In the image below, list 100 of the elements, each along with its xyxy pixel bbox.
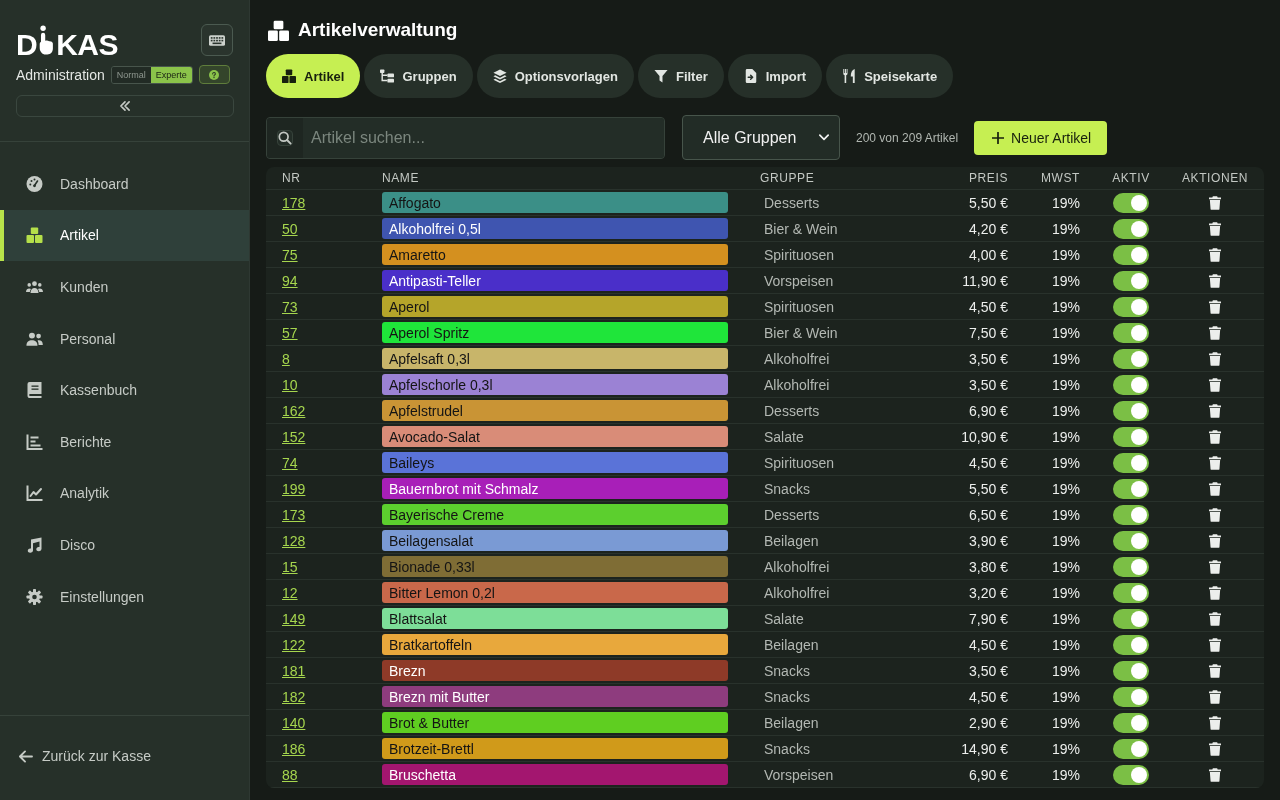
active-toggle[interactable] bbox=[1113, 712, 1149, 733]
article-number-link[interactable]: 140 bbox=[282, 714, 306, 731]
price-cell: 6,90 € bbox=[969, 402, 1008, 419]
article-number-link[interactable]: 12 bbox=[282, 584, 298, 601]
active-toggle[interactable] bbox=[1113, 374, 1149, 395]
group-cell: Vorspeisen bbox=[764, 272, 834, 289]
mode-option[interactable]: Experte bbox=[150, 66, 192, 83]
trash-icon[interactable] bbox=[1209, 611, 1221, 626]
price-cell: 2,90 € bbox=[969, 714, 1008, 731]
active-toggle[interactable] bbox=[1113, 192, 1149, 213]
active-toggle[interactable] bbox=[1113, 452, 1149, 473]
boxes-icon bbox=[282, 69, 296, 83]
nav-item[interactable]: Kassenbuch bbox=[0, 364, 249, 416]
trash-icon[interactable] bbox=[1209, 429, 1221, 444]
trash-icon[interactable] bbox=[1209, 377, 1221, 392]
active-toggle[interactable] bbox=[1113, 348, 1149, 369]
trash-icon[interactable] bbox=[1209, 481, 1221, 496]
active-toggle[interactable] bbox=[1113, 244, 1149, 265]
tab[interactable]: Import bbox=[727, 54, 823, 98]
active-toggle[interactable] bbox=[1113, 530, 1149, 551]
trash-icon[interactable] bbox=[1209, 689, 1221, 704]
trash-icon[interactable] bbox=[1209, 455, 1221, 470]
article-number-link[interactable]: 182 bbox=[282, 688, 306, 705]
price-cell: 10,90 € bbox=[961, 428, 1008, 445]
mode-option[interactable]: Normal bbox=[111, 66, 151, 83]
active-toggle[interactable] bbox=[1113, 764, 1149, 785]
article-number-link[interactable]: 122 bbox=[282, 636, 306, 653]
nav-item[interactable]: Dashboard bbox=[0, 158, 249, 210]
nav-item[interactable]: Berichte bbox=[0, 415, 249, 468]
new-article-button[interactable]: Neuer Artikel bbox=[974, 120, 1108, 155]
trash-icon[interactable] bbox=[1209, 767, 1221, 782]
trash-icon[interactable] bbox=[1209, 221, 1221, 236]
article-number-link[interactable]: 173 bbox=[282, 506, 306, 523]
active-toggle[interactable] bbox=[1113, 426, 1149, 447]
active-toggle[interactable] bbox=[1113, 504, 1149, 525]
active-toggle[interactable] bbox=[1113, 322, 1149, 343]
active-toggle[interactable] bbox=[1113, 296, 1149, 317]
trash-icon[interactable] bbox=[1209, 637, 1221, 652]
active-toggle[interactable] bbox=[1113, 400, 1149, 421]
active-toggle[interactable] bbox=[1113, 582, 1149, 603]
trash-icon[interactable] bbox=[1209, 715, 1221, 730]
group-cell: Beilagen bbox=[764, 636, 819, 653]
nav-item[interactable]: Disco bbox=[0, 519, 249, 571]
trash-icon[interactable] bbox=[1209, 585, 1221, 600]
active-toggle[interactable] bbox=[1113, 556, 1149, 577]
active-toggle[interactable] bbox=[1113, 738, 1149, 759]
article-number-link[interactable]: 15 bbox=[282, 558, 298, 575]
vat-cell: 19% bbox=[1051, 532, 1080, 549]
trash-icon[interactable] bbox=[1209, 533, 1221, 548]
keyboard-button[interactable] bbox=[201, 24, 233, 56]
vat-cell: 19% bbox=[1051, 428, 1080, 445]
article-number-link[interactable]: 88 bbox=[282, 766, 298, 783]
active-toggle[interactable] bbox=[1113, 634, 1149, 655]
active-toggle[interactable] bbox=[1113, 218, 1149, 239]
nav-item[interactable]: Einstellungen bbox=[0, 570, 249, 623]
article-number-link[interactable]: 199 bbox=[282, 480, 306, 497]
article-number-link[interactable]: 128 bbox=[282, 532, 306, 549]
nav-item[interactable]: Personal bbox=[0, 312, 249, 365]
vat-cell: 19% bbox=[1051, 506, 1080, 523]
tab[interactable]: Optionsvorlagen bbox=[476, 54, 634, 98]
article-number-link[interactable]: 8 bbox=[282, 350, 290, 367]
trash-icon[interactable] bbox=[1209, 351, 1221, 366]
nav-item[interactable]: Analytik bbox=[0, 467, 249, 520]
trash-icon[interactable] bbox=[1209, 299, 1221, 314]
tab[interactable]: Filter bbox=[637, 54, 724, 98]
article-number-link[interactable]: 50 bbox=[282, 220, 298, 237]
trash-icon[interactable] bbox=[1209, 273, 1221, 288]
tab[interactable]: Speisekarte bbox=[826, 54, 954, 98]
active-toggle[interactable] bbox=[1113, 660, 1149, 681]
trash-icon[interactable] bbox=[1209, 403, 1221, 418]
active-toggle[interactable] bbox=[1113, 478, 1149, 499]
trash-icon[interactable] bbox=[1209, 741, 1221, 756]
article-number-link[interactable]: 152 bbox=[282, 428, 306, 445]
article-number-link[interactable]: 181 bbox=[282, 662, 306, 679]
article-number-link[interactable]: 73 bbox=[282, 298, 298, 315]
article-number-link[interactable]: 57 bbox=[282, 324, 298, 341]
trash-icon[interactable] bbox=[1209, 663, 1221, 678]
trash-icon[interactable] bbox=[1209, 559, 1221, 574]
article-number-link[interactable]: 149 bbox=[282, 610, 306, 627]
trash-icon[interactable] bbox=[1209, 247, 1221, 262]
tab[interactable]: Artikel bbox=[266, 54, 361, 98]
active-toggle[interactable] bbox=[1113, 608, 1149, 629]
active-toggle[interactable] bbox=[1113, 270, 1149, 291]
article-number-link[interactable]: 94 bbox=[282, 272, 298, 289]
article-number-link[interactable]: 162 bbox=[282, 402, 306, 419]
group-select[interactable]: Alle Gruppen bbox=[682, 115, 840, 160]
article-number-link[interactable]: 10 bbox=[282, 376, 298, 393]
article-number-link[interactable]: 186 bbox=[282, 740, 306, 757]
tab[interactable]: Gruppen bbox=[364, 54, 473, 98]
article-number-link[interactable]: 74 bbox=[282, 454, 298, 471]
nav-item[interactable]: Artikel bbox=[0, 209, 249, 262]
trash-icon[interactable] bbox=[1209, 195, 1221, 210]
help-button[interactable] bbox=[198, 65, 230, 84]
article-number-link[interactable]: 178 bbox=[282, 194, 306, 211]
active-toggle[interactable] bbox=[1113, 686, 1149, 707]
back-link[interactable]: Zurück zur Kasse bbox=[18, 748, 151, 764]
trash-icon[interactable] bbox=[1209, 325, 1221, 340]
trash-icon[interactable] bbox=[1209, 507, 1221, 522]
article-number-link[interactable]: 75 bbox=[282, 246, 298, 263]
nav-item[interactable]: Kunden bbox=[0, 261, 249, 313]
